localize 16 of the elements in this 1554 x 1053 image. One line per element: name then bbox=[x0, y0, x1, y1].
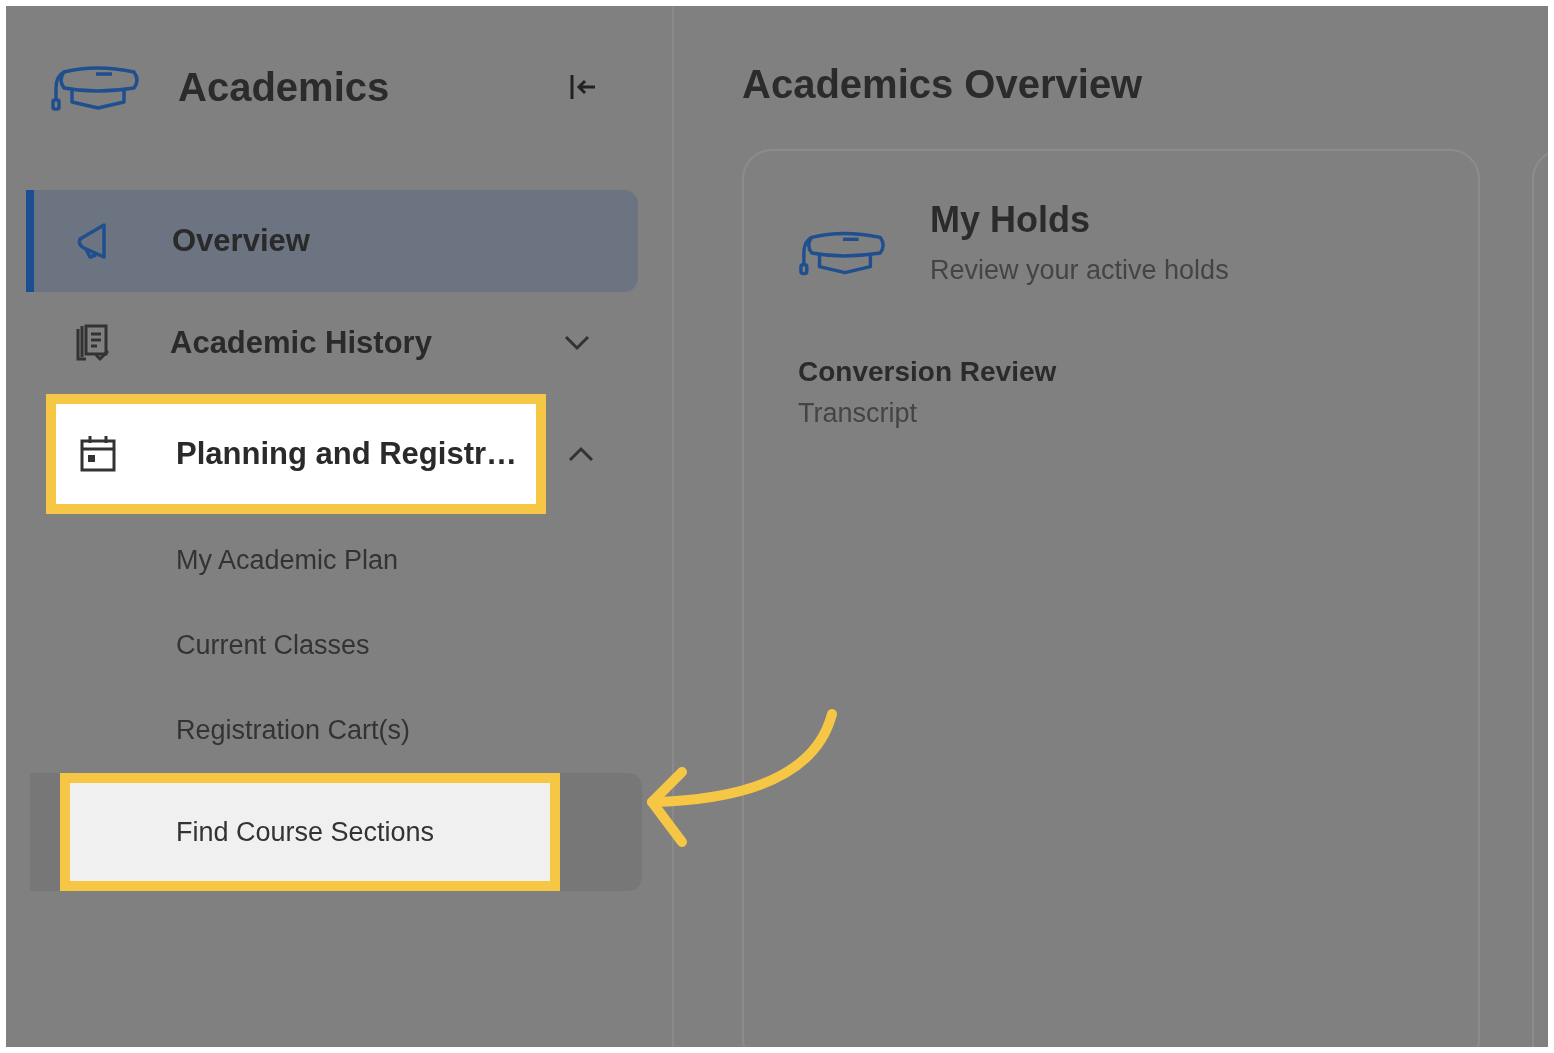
calendar-icon bbox=[78, 434, 118, 474]
nav-subitem[interactable]: Registration Cart(s) bbox=[30, 688, 642, 773]
nav-subitem[interactable]: My Academic Plan bbox=[30, 518, 642, 603]
chevron-icon[interactable] bbox=[566, 444, 596, 464]
chevron-icon[interactable] bbox=[562, 333, 592, 353]
nav-subitem[interactable]: Find Course Sections bbox=[30, 773, 642, 891]
hold-type: Transcript bbox=[798, 398, 919, 429]
card-subtitle: Review your active holds bbox=[930, 255, 1229, 286]
sidebar-title: Academics bbox=[178, 64, 391, 110]
nav-subitem[interactable]: Current Classes bbox=[30, 603, 642, 688]
collapse-sidebar-icon[interactable] bbox=[568, 72, 598, 102]
card-title: My Holds bbox=[930, 199, 1091, 241]
nav-item[interactable]: Academic History bbox=[26, 292, 638, 394]
hold-name[interactable]: Conversion Review bbox=[798, 356, 1478, 388]
nav-item[interactable]: Overview bbox=[26, 190, 638, 292]
page-title: Academics Overview bbox=[742, 62, 1144, 107]
